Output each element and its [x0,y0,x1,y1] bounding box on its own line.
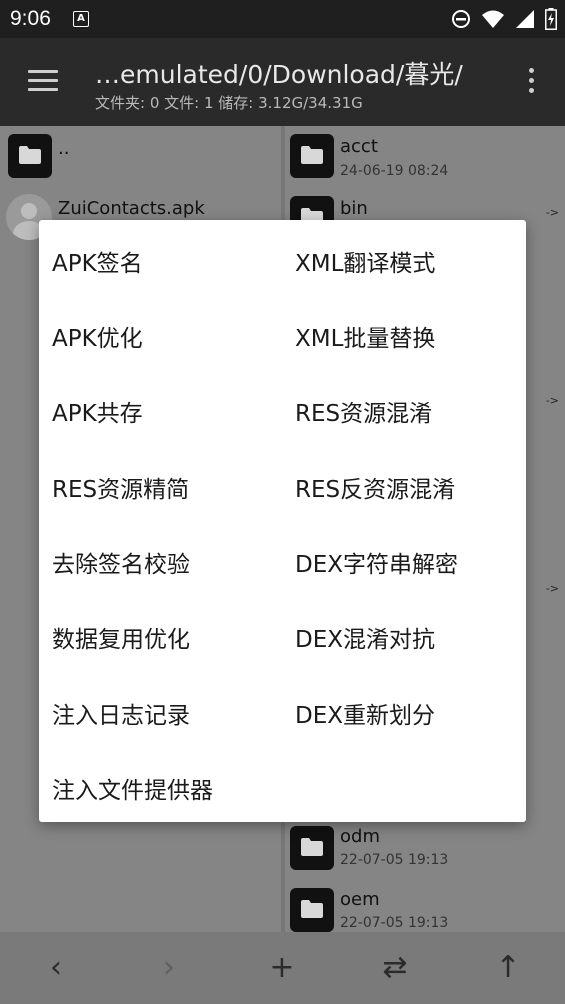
forward-button[interactable]: › [149,950,189,986]
signal-icon [516,10,534,28]
go-up-button[interactable]: ↑ [488,950,528,986]
menu-item-xml-translate[interactable]: XML翻译模式 [295,244,435,278]
menu-item-inject-file-provider[interactable]: 注入文件提供器 [52,771,213,805]
menu-item-dex-repartition[interactable]: DEX重新划分 [295,696,435,730]
menu-item-res-deobfuscate[interactable]: RES反资源混淆 [295,470,455,504]
folder-name: acct [340,136,378,157]
add-button[interactable]: + [262,950,302,986]
symlink-arrow: -> [545,394,559,407]
bottom-action-bar: ‹ › + ⇄ ↑ [0,932,565,1004]
parent-directory-label: .. [58,138,70,159]
wifi-icon [482,10,504,28]
folder-icon [290,888,334,932]
swap-panes-button[interactable]: ⇄ [375,950,415,986]
more-options-icon[interactable] [529,68,535,98]
folder-icon [290,134,334,178]
path-title: …emulated/0/Download/暮光/ [95,60,463,89]
menu-item-res-obfuscate[interactable]: RES资源混淆 [295,394,432,428]
menu-item-dex-anti-obfuscation[interactable]: DEX混淆对抗 [295,620,435,654]
menu-item-apk-sign[interactable]: APK签名 [52,244,143,278]
folder-date: 22-07-05 19:13 [340,852,449,868]
menu-item-inject-logging[interactable]: 注入日志记录 [52,696,190,730]
status-icons [451,8,557,30]
folder-icon [290,826,334,870]
battery-icon [545,8,557,30]
menu-item-remove-signature-check[interactable]: 去除签名校验 [52,545,190,579]
menu-item-apk-coexist[interactable]: APK共存 [52,394,143,428]
folder-name: oem [340,889,380,910]
menu-item-dex-string-decrypt[interactable]: DEX字符串解密 [295,545,458,579]
folder-icon [8,134,52,178]
symlink-arrow: -> [545,206,559,219]
folder-name: odm [340,826,380,847]
menu-item-data-reuse-optimize[interactable]: 数据复用优化 [52,620,190,654]
folder-name: bin [340,198,368,219]
notification-icon: A [73,11,89,27]
folder-date: 22-07-05 19:13 [340,915,449,931]
status-bar: 9:06 A [0,0,565,38]
menu-item-res-shrink[interactable]: RES资源精简 [52,470,189,504]
status-time: 9:06 [10,7,51,30]
symlink-arrow: -> [545,582,559,595]
storage-summary: 文件夹: 0 文件: 1 储存: 3.12G/34.31G [95,94,363,112]
app-toolbar: …emulated/0/Download/暮光/ 文件夹: 0 文件: 1 储存… [0,38,565,126]
file-name: ZuiContacts.apk [58,198,205,219]
do-not-disturb-icon [452,10,470,28]
folder-date: 24-06-19 08:24 [340,163,449,179]
menu-item-xml-batch-replace[interactable]: XML批量替换 [295,319,435,353]
menu-icon[interactable] [28,70,58,92]
back-button[interactable]: ‹ [36,950,76,986]
menu-item-apk-optimize[interactable]: APK优化 [52,319,143,353]
apk-tools-menu: APK签名 APK优化 APK共存 RES资源精简 去除签名校验 数据复用优化 … [39,220,526,822]
